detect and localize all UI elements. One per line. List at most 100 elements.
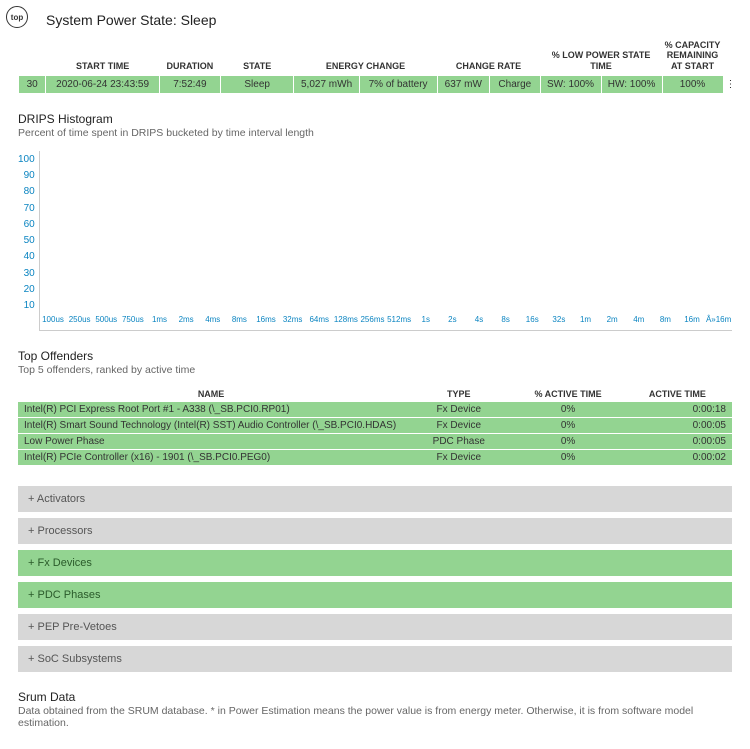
cell-energy-pct: 7% of battery [359,76,437,94]
row-index: 30 [19,76,46,94]
off-col-name: NAME [18,386,404,402]
xtick: 4s [466,312,493,330]
xtick: Â»16m [705,312,732,330]
off-pct: 0% [513,450,622,466]
ytick: 100 [18,154,35,165]
table-row: Low Power PhasePDC Phase0%0:00:05 [18,434,732,450]
cell-low-power-sw: SW: 100% [540,76,601,94]
xtick: 250us [66,312,93,330]
offenders-section: Top Offenders Top 5 offenders, ranked by… [18,349,732,466]
xtick: 8m [652,312,679,330]
cell-rate-label: Charge [490,76,540,94]
srum-subtitle: Data obtained from the SRUM database. * … [18,705,732,729]
cell-energy-value: 5,027 mWh [294,76,359,94]
col-start-time: START TIME [46,38,160,76]
chart-yaxis: 100908070605040302010 [18,151,39,331]
col-change-rate: CHANGE RATE [437,38,540,76]
accordion-pdcphases[interactable]: + PDC Phases [18,582,732,608]
srum-section: Srum Data Data obtained from the SRUM da… [18,690,732,729]
header-row: START TIME DURATION STATE ENERGY CHANGE … [19,38,732,76]
col-low-power: % LOW POWER STATE TIME [540,38,662,76]
off-col-time: ACTIVE TIME [623,386,732,402]
xtick: 16m [679,312,706,330]
xtick: 750us [120,312,147,330]
drips-section: DRIPS Histogram Percent of time spent in… [18,112,732,331]
drips-title: DRIPS Histogram [18,112,732,126]
offenders-table: NAME TYPE % ACTIVE TIME ACTIVE TIME Inte… [18,386,732,466]
col-duration: DURATION [159,38,220,76]
cell-low-power-hw: HW: 100% [601,76,662,94]
page-title: System Power State: Sleep [46,12,732,28]
xtick: 4m [625,312,652,330]
off-col-pct: % ACTIVE TIME [513,386,622,402]
off-name: Intel(R) PCI Express Root Port #1 - A338… [18,402,404,418]
top-icon-label: top [11,13,23,22]
xtick: 64ms [306,312,333,330]
cell-rate-value: 637 mW [437,76,490,94]
xtick: 1m [572,312,599,330]
off-time: 0:00:02 [623,450,732,466]
off-name: Intel(R) Smart Sound Technology (Intel(R… [18,418,404,434]
col-capacity: % CAPACITY REMAINING AT START [662,38,723,76]
xtick: 500us [93,312,120,330]
xtick: 1s [412,312,439,330]
off-name: Low Power Phase [18,434,404,450]
xtick: 2ms [173,312,200,330]
off-col-type: TYPE [404,386,513,402]
ytick: 40 [24,251,35,262]
off-time: 0:00:05 [623,434,732,450]
off-type: PDC Phase [404,434,513,450]
xtick: 32ms [279,312,306,330]
xtick: 8s [492,312,519,330]
xtick: 4ms [199,312,226,330]
accordion-activators[interactable]: + Activators [18,486,732,512]
cell-capacity: 100% [662,76,723,94]
xtick: 16s [519,312,546,330]
table-row: Intel(R) PCIe Controller (x16) - 1901 (\… [18,450,732,466]
off-time: 0:00:18 [623,402,732,418]
ytick: 90 [24,170,35,181]
xtick: 2s [439,312,466,330]
ytick: 30 [24,268,35,279]
srum-title: Srum Data [18,690,732,704]
xtick: 16ms [253,312,280,330]
more-icon[interactable]: ⋮ [723,76,731,94]
accordion-fxdevices[interactable]: + Fx Devices [18,550,732,576]
off-type: Fx Device [404,418,513,434]
table-row: Intel(R) PCI Express Root Port #1 - A338… [18,402,732,418]
ytick: 70 [24,203,35,214]
state-summary-table: START TIME DURATION STATE ENERGY CHANGE … [18,38,732,94]
accordion-socsubsystems[interactable]: + SoC Subsystems [18,646,732,672]
cell-start-time: 2020-06-24 23:43:59 [46,76,160,94]
off-pct: 0% [513,402,622,418]
col-energy-change: ENERGY CHANGE [294,38,437,76]
off-type: Fx Device [404,450,513,466]
off-type: Fx Device [404,402,513,418]
accordion-peppre-vetoes[interactable]: + PEP Pre-Vetoes [18,614,732,640]
ytick: 10 [24,300,35,311]
xtick: 1ms [146,312,173,330]
xtick: 32s [546,312,573,330]
chart-plot: 100us250us500us750us1ms2ms4ms8ms16ms32ms… [39,151,732,331]
xtick: 512ms [386,312,413,330]
top-icon[interactable]: top [6,6,28,28]
col-state: STATE [220,38,294,76]
table-row: Intel(R) Smart Sound Technology (Intel(R… [18,418,732,434]
cell-duration: 7:52:49 [159,76,220,94]
xtick: 2m [599,312,626,330]
xtick: 100us [40,312,67,330]
accordion-list: + Activators + Processors + Fx Devices + PD… [18,486,732,672]
offenders-title: Top Offenders [18,349,732,363]
ytick: 80 [24,186,35,197]
accordion-processors[interactable]: + Processors [18,518,732,544]
xtick: 256ms [359,312,386,330]
offenders-subtitle: Top 5 offenders, ranked by active time [18,364,732,376]
drips-subtitle: Percent of time spent in DRIPS bucketed … [18,127,732,139]
ytick: 60 [24,219,35,230]
cell-state: Sleep [220,76,294,94]
off-name: Intel(R) PCIe Controller (x16) - 1901 (\… [18,450,404,466]
ytick: 20 [24,284,35,295]
xtick: 128ms [333,312,360,330]
off-pct: 0% [513,434,622,450]
drips-chart: 100908070605040302010 100us250us500us750… [18,151,732,331]
